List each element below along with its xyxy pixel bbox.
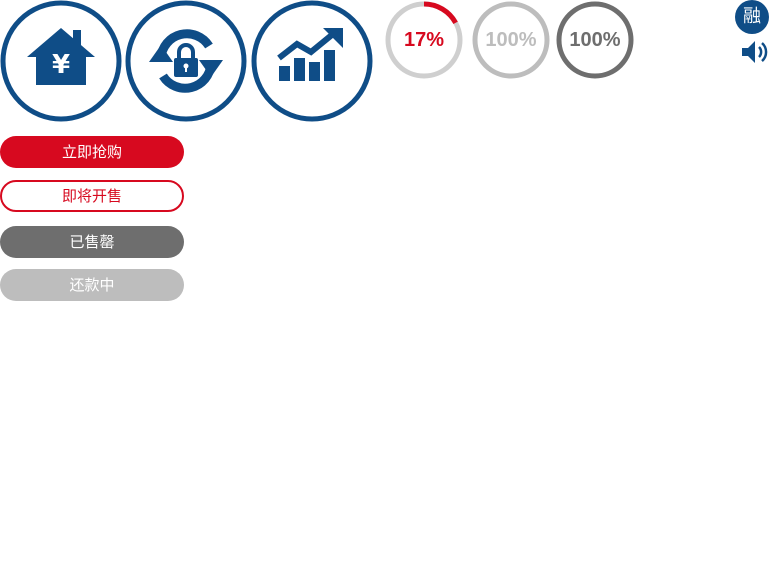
progress-ring: 100%	[555, 0, 635, 80]
speaker-icon[interactable]	[740, 38, 770, 66]
lock-refresh-icon	[125, 0, 247, 122]
progress-percent: 100%	[485, 29, 537, 51]
house-yen-icon: ¥	[0, 0, 122, 122]
buy-now-button[interactable]: 立即抢购	[0, 136, 184, 168]
progress-percent: 17%	[403, 29, 445, 51]
progress-ring: 100%	[471, 0, 551, 80]
progress-ring: 17%	[384, 0, 464, 80]
coming-soon-button[interactable]: 即将开售	[0, 180, 184, 212]
svg-text:¥: ¥	[52, 50, 70, 80]
growth-chart-icon	[251, 0, 373, 122]
sold-out-button[interactable]: 已售罄	[0, 226, 184, 258]
progress-percent: 100%	[569, 29, 621, 51]
rong-badge-icon: 融	[735, 0, 769, 34]
repaying-button[interactable]: 还款中	[0, 269, 184, 301]
